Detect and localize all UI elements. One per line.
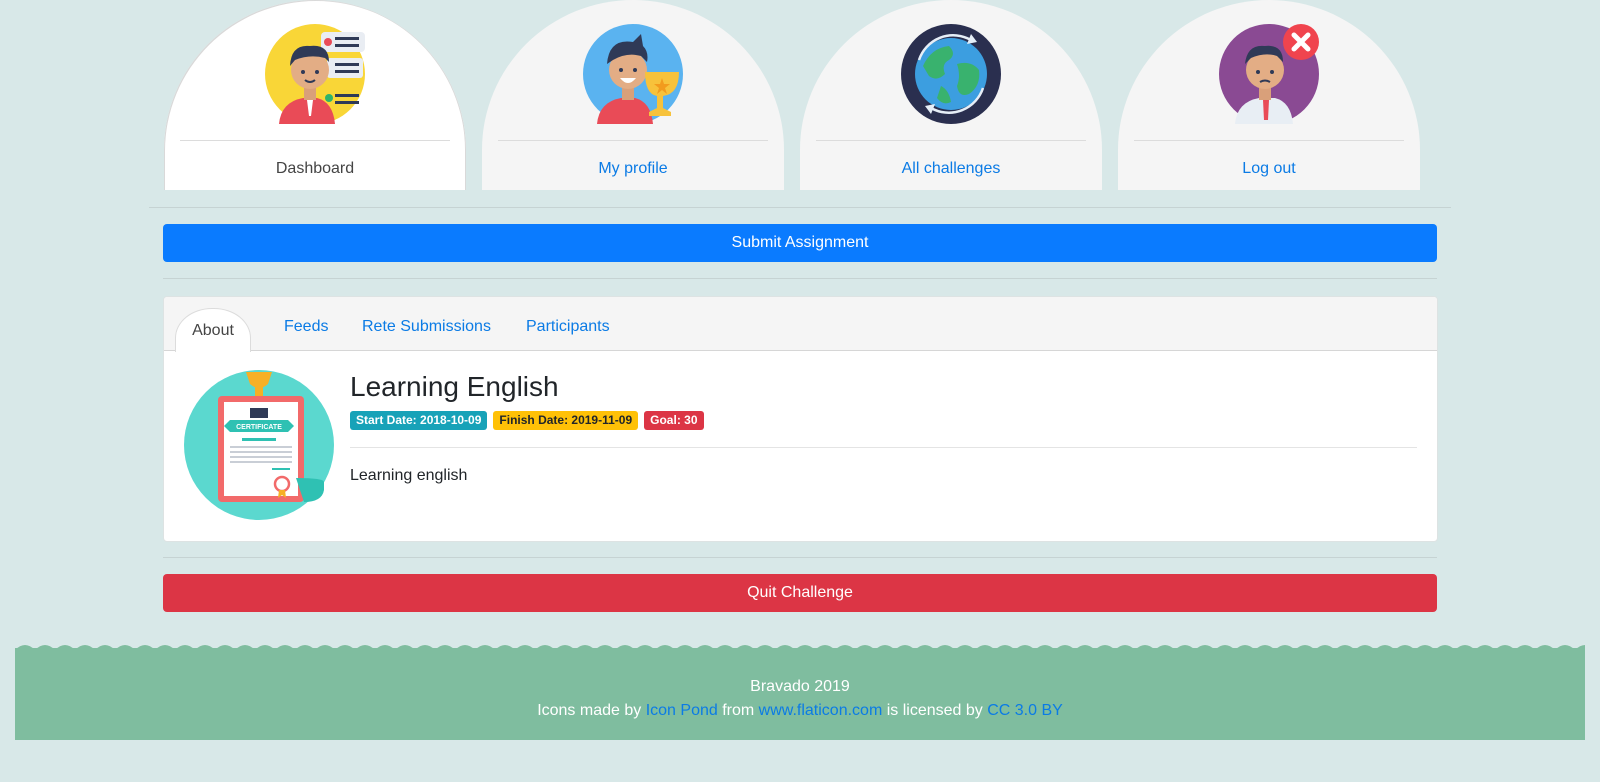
nav-divider (816, 140, 1086, 141)
flaticon-link[interactable]: www.flaticon.com (759, 702, 883, 719)
separator (163, 557, 1437, 558)
nav-divider (498, 140, 768, 141)
separator (149, 207, 1451, 208)
svg-text:CERTIFICATE: CERTIFICATE (236, 424, 282, 431)
license-prefix: is licensed by (886, 702, 983, 719)
submit-assignment-button[interactable]: Submit Assignment (163, 224, 1437, 262)
nav-divider (180, 140, 450, 141)
nav-item-my-profile[interactable]: My profile (482, 0, 784, 190)
finish-date-badge: Finish Date: 2019-11-09 (493, 411, 639, 430)
tab-participants[interactable]: Participants (526, 318, 610, 336)
goal-badge: Goal: 30 (644, 411, 704, 430)
nav-label: All challenges (901, 160, 1001, 177)
separator (163, 278, 1437, 279)
credit-from: from (722, 702, 755, 719)
challenge-tabs: About Feeds Rete Submissions Participant… (164, 297, 1437, 352)
dashboard-avatar-icon (265, 24, 365, 124)
tab-feeds[interactable]: Feeds (284, 318, 328, 336)
nav-item-dashboard[interactable]: Dashboard (164, 0, 466, 190)
icon-pond-link[interactable]: Icon Pond (646, 702, 718, 719)
footer-credits: Icons made by Icon Pond from www.flatico… (15, 702, 1585, 720)
separator (350, 447, 1417, 448)
nav-label: Log out (1242, 160, 1296, 177)
footer-copyright: Bravado 2019 (750, 678, 850, 695)
challenge-title: Learning English (350, 371, 559, 402)
challenge-panel: About Feeds Rete Submissions Participant… (163, 296, 1438, 542)
logout-avatar-icon (1219, 24, 1319, 124)
tab-rete-submissions[interactable]: Rete Submissions (362, 318, 491, 336)
certificate-icon: CERTIFICATE (184, 370, 334, 520)
tab-about[interactable]: About (175, 308, 251, 352)
credit-prefix: Icons made by (537, 702, 642, 719)
nav-divider (1134, 140, 1404, 141)
nav-item-log-out[interactable]: Log out (1118, 0, 1420, 190)
footer: Bravado 2019 Icons made by Icon Pond fro… (15, 650, 1585, 740)
challenge-description: Learning english (350, 467, 468, 484)
license-link[interactable]: CC 3.0 BY (987, 702, 1063, 719)
nav-label: Dashboard (275, 160, 355, 177)
start-date-badge: Start Date: 2018-10-09 (350, 411, 488, 430)
profile-trophy-avatar-icon (583, 24, 683, 124)
globe-icon (901, 24, 1001, 124)
main-nav: Dashboard My profile All challenges Log … (164, 0, 1420, 190)
nav-label: My profile (598, 160, 668, 177)
challenge-badges: Start Date: 2018-10-09 Finish Date: 2019… (350, 411, 704, 430)
quit-challenge-button[interactable]: Quit Challenge (163, 574, 1437, 612)
nav-item-all-challenges[interactable]: All challenges (800, 0, 1102, 190)
